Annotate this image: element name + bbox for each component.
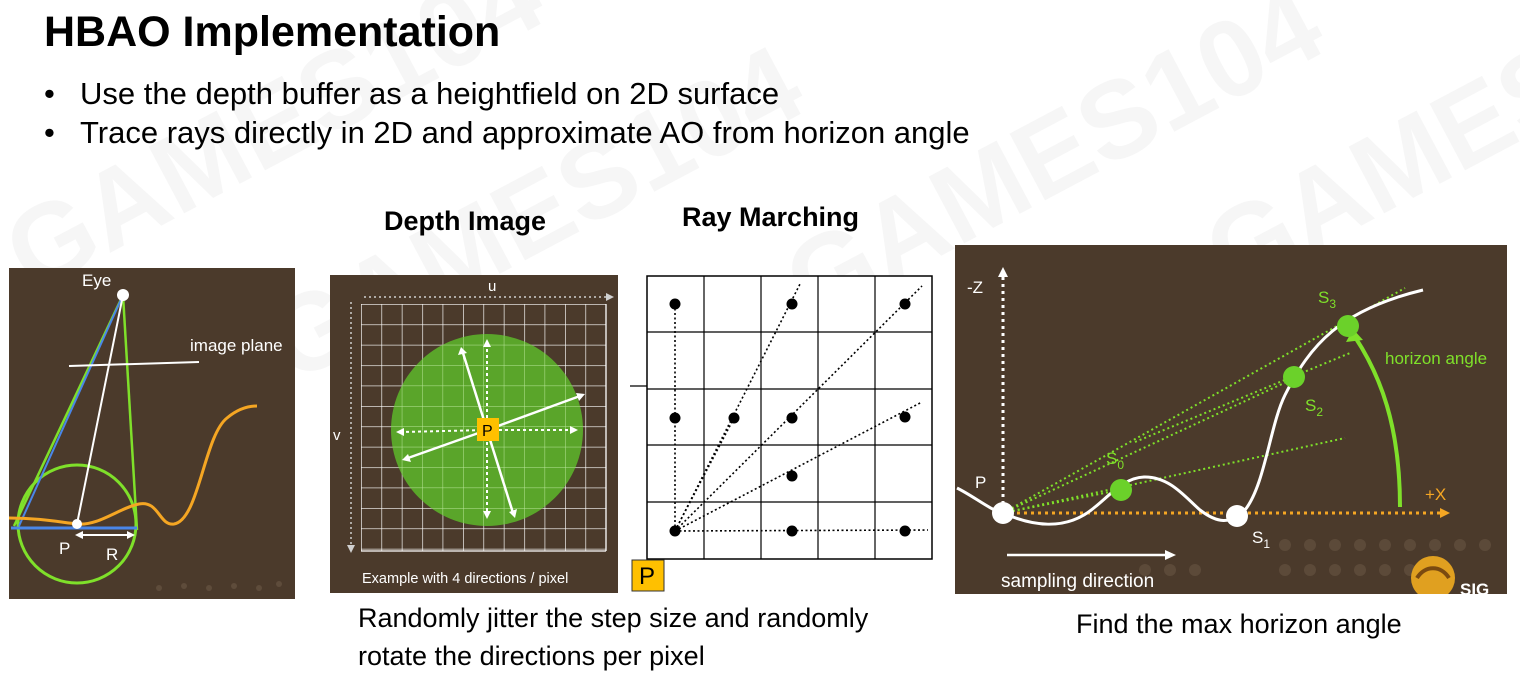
bullet-text: Use the depth buffer as a heightfield on… xyxy=(80,76,780,111)
p-point-icon xyxy=(992,502,1014,524)
s3-label: S3 xyxy=(1318,288,1336,311)
bullet-dot-icon: • xyxy=(44,76,55,111)
s1-point-icon xyxy=(1226,505,1248,527)
r-label: R xyxy=(106,545,118,564)
depth-image-panel: u v P Example with 4 directions / pixel xyxy=(330,275,618,593)
p-origin-label: P xyxy=(639,563,655,590)
plus-x-label: +X xyxy=(1425,485,1446,504)
p-label: P xyxy=(975,473,986,492)
heading-ray-marching: Ray Marching xyxy=(682,202,860,232)
eye-diagram-svg: Eye image plane P R xyxy=(9,271,283,591)
depth-image-svg: u v P Example with 4 directions / pixel xyxy=(333,278,614,587)
neg-z-label: -Z xyxy=(967,278,983,297)
eye-point-icon xyxy=(117,289,129,301)
jitter-caption: Randomly jitter the step size and random… xyxy=(358,599,868,675)
image-plane-label: image plane xyxy=(190,336,283,355)
slide-title: HBAO Implementation xyxy=(44,8,501,56)
ray-marching-svg: P xyxy=(630,275,933,592)
heading-depth-image: Depth Image xyxy=(384,206,547,236)
v-axis-label: v xyxy=(333,427,341,444)
s2-label: S2 xyxy=(1305,396,1323,419)
bullet-item: • Trace rays directly in 2D and approxim… xyxy=(44,113,970,152)
jitter-caption-line: rotate the directions per pixel xyxy=(358,641,705,671)
horizon-panel: -Z +X P S0 S1 S2 S3 horizon angle sampli… xyxy=(955,245,1507,594)
max-horizon-caption: Find the max horizon angle xyxy=(1076,609,1402,639)
p-label: P xyxy=(59,539,70,558)
example-label: Example with 4 directions / pixel xyxy=(362,571,568,587)
sampling-direction-label: sampling direction xyxy=(1001,571,1154,592)
p-point-icon xyxy=(72,519,82,529)
ray-marching-panel: P xyxy=(622,272,934,594)
s0-label: S0 xyxy=(1106,449,1124,472)
p-pixel-label: P xyxy=(482,423,493,440)
bullet-text: Trace rays directly in 2D and approximat… xyxy=(80,115,970,150)
horizon-angle-label: horizon angle xyxy=(1385,349,1487,368)
horizon-svg: -Z +X P S0 S1 S2 S3 horizon angle sampli… xyxy=(956,267,1491,594)
s3-point-icon xyxy=(1337,315,1359,337)
s1-label: S1 xyxy=(1252,528,1270,551)
s2-point-icon xyxy=(1283,366,1305,388)
bullet-dot-icon: • xyxy=(44,115,55,150)
s0-point-icon xyxy=(1110,479,1132,501)
u-axis-label: u xyxy=(488,278,496,295)
eye-diagram-panel: Eye image plane P R xyxy=(9,268,295,599)
logo-text: SIG xyxy=(1460,580,1489,594)
eye-label: Eye xyxy=(82,271,111,290)
jitter-caption-line: Randomly jitter the step size and random… xyxy=(358,603,869,633)
bullet-item: • Use the depth buffer as a heightfield … xyxy=(44,74,970,113)
bullet-list: • Use the depth buffer as a heightfield … xyxy=(44,74,970,152)
image-plane-line xyxy=(68,361,200,367)
